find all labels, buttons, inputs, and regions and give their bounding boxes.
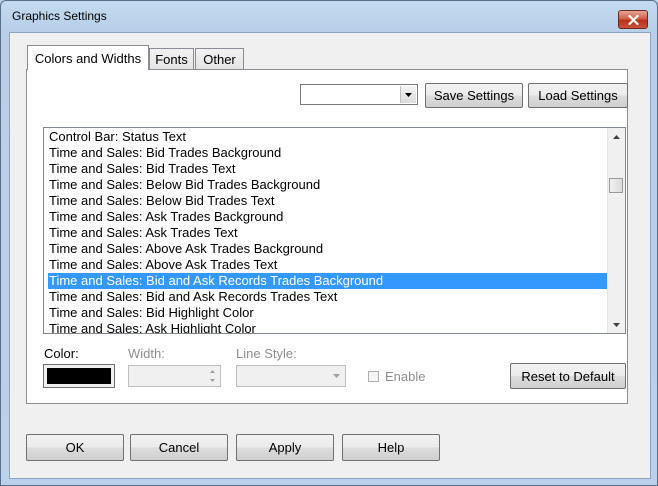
graphics-items-listbox[interactable]: Control Bar: Status Text Time and Sales: … [43, 127, 626, 334]
tab-fonts[interactable]: Fonts [149, 48, 194, 70]
ok-button[interactable]: OK [26, 434, 124, 461]
dropdown-arrow-icon[interactable] [400, 86, 416, 103]
tab-label: Colors and Widths [34, 50, 142, 66]
color-label: Color: [44, 346, 79, 361]
color-swatch-fill [47, 368, 111, 384]
list-item[interactable]: Time and Sales: Below Bid Trades Backgro… [48, 177, 607, 193]
list-item[interactable]: Time and Sales: Below Bid Trades Text [48, 193, 607, 209]
tab-colors-and-widths[interactable]: Colors and Widths [27, 45, 149, 70]
list-item[interactable]: Time and Sales: Ask Trades Text [48, 225, 607, 241]
spin-up-icon [205, 367, 219, 376]
line-style-label: Line Style: [236, 346, 297, 361]
list-item[interactable]: Time and Sales: Bid Trades Background [48, 145, 607, 161]
scroll-thumb[interactable] [609, 178, 623, 193]
reset-to-default-button[interactable]: Reset to Default [510, 363, 626, 389]
cancel-label: Cancel [158, 440, 200, 455]
dialog-client-area: Colors and Widths Fonts Other Save Setti… [9, 32, 651, 479]
scroll-down-button[interactable] [608, 316, 625, 333]
chevron-down-icon [329, 367, 344, 385]
save-settings-label: Save Settings [433, 88, 515, 103]
close-icon [627, 14, 639, 25]
help-button[interactable]: Help [342, 434, 440, 461]
save-settings-button[interactable]: Save Settings [425, 83, 523, 108]
enable-label: Enable [385, 369, 426, 384]
enable-checkbox [368, 371, 379, 382]
list-item[interactable]: Time and Sales: Bid Highlight Color [48, 305, 607, 321]
tab-label: Fonts [155, 52, 188, 67]
spin-down-icon [205, 376, 219, 385]
list-item[interactable]: Control Bar: Status Text [48, 129, 607, 145]
settings-preset-dropdown[interactable] [300, 84, 418, 105]
scroll-down-icon [613, 322, 620, 327]
graphics-settings-window: Graphics Settings Colors and Widths Font… [0, 0, 658, 486]
list-item[interactable]: Time and Sales: Ask Trades Background [48, 209, 607, 225]
list-item[interactable]: Time and Sales: Bid and Ask Records Trad… [48, 273, 607, 289]
load-settings-label: Load Settings [538, 88, 618, 103]
list-item[interactable]: Time and Sales: Ask Highlight Color [48, 321, 607, 333]
list-item[interactable]: Time and Sales: Bid and Ask Records Trad… [48, 289, 607, 305]
title-bar[interactable]: Graphics Settings [1, 1, 657, 31]
close-button[interactable] [618, 10, 648, 29]
apply-button[interactable]: Apply [236, 434, 334, 461]
help-label: Help [377, 440, 405, 455]
list-item[interactable]: Time and Sales: Bid Trades Text [48, 161, 607, 177]
scroll-up-icon [613, 134, 620, 139]
window-title: Graphics Settings [12, 9, 107, 23]
color-picker-button[interactable] [43, 364, 115, 388]
ok-label: OK [65, 440, 85, 455]
width-spin-buttons [205, 367, 219, 385]
scroll-up-button[interactable] [608, 128, 625, 145]
list-item[interactable]: Time and Sales: Above Ask Trades Backgro… [48, 241, 607, 257]
load-settings-button[interactable]: Load Settings [528, 83, 628, 108]
line-style-dropdown [236, 365, 346, 387]
list-item[interactable]: Time and Sales: Above Ask Trades Text [48, 257, 607, 273]
vertical-scrollbar[interactable] [607, 128, 625, 333]
cancel-button[interactable]: Cancel [130, 434, 228, 461]
width-label: Width: [128, 346, 165, 361]
tab-other[interactable]: Other [195, 48, 244, 70]
apply-label: Apply [268, 440, 302, 455]
width-spinner [128, 365, 221, 387]
tab-label: Other [203, 52, 236, 67]
reset-to-default-label: Reset to Default [521, 368, 615, 384]
